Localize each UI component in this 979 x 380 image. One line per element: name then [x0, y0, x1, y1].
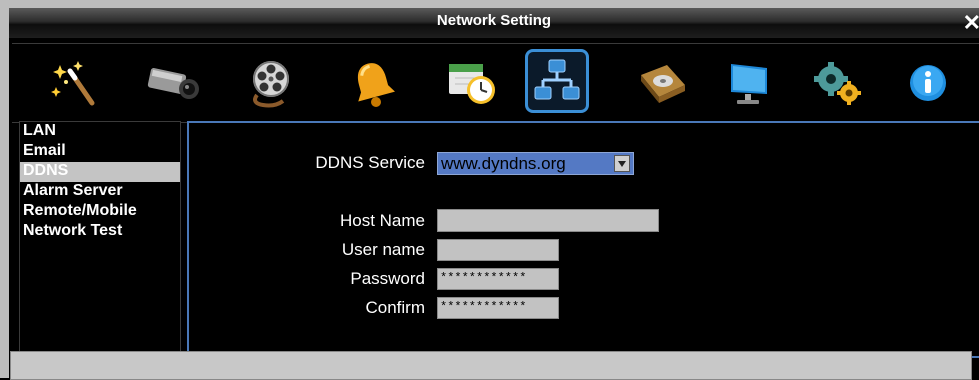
confirm-label: Confirm — [365, 298, 425, 317]
monitor-icon[interactable] — [717, 53, 779, 113]
confirm-field[interactable]: ************ — [437, 297, 559, 319]
menu-item-lan[interactable]: LAN — [20, 122, 180, 142]
ddns-service-value: www.dyndns.org — [441, 154, 566, 173]
info-icon[interactable] — [897, 53, 959, 113]
ddns-panel: DDNS Service www.dyndns.org Host Name Us… — [187, 121, 979, 358]
network-icon[interactable] — [525, 49, 589, 113]
menu-item-remote-mobile[interactable]: Remote/Mobile — [20, 202, 180, 222]
hard-disk-icon[interactable] — [631, 53, 693, 113]
menu-item-email[interactable]: Email — [20, 142, 180, 162]
chevron-down-icon[interactable] — [614, 155, 630, 172]
user-name-label: User name — [341, 240, 425, 259]
menu-item-network-test[interactable]: Network Test — [20, 222, 180, 242]
system-gears-icon[interactable] — [807, 53, 869, 113]
camera-icon[interactable] — [142, 53, 204, 113]
host-name-field[interactable] — [437, 209, 659, 232]
menu-item-alarm-server[interactable]: Alarm Server — [20, 182, 180, 202]
password-field[interactable]: ************ — [437, 268, 559, 290]
window-title: Network Setting — [436, 12, 552, 29]
close-icon[interactable]: ✕ — [963, 10, 979, 36]
menu-item-ddns[interactable]: DDNS — [20, 162, 180, 182]
ddns-service-label: DDNS Service — [315, 153, 425, 172]
title-bar: Network Setting ✕ — [9, 8, 979, 38]
alarm-bell-icon[interactable] — [342, 53, 404, 113]
password-label: Password — [350, 269, 425, 288]
schedule-clock-icon[interactable] — [441, 53, 503, 113]
status-bar — [10, 351, 972, 380]
magic-wand-icon[interactable] — [43, 53, 105, 113]
host-name-label: Host Name — [339, 211, 425, 230]
network-setting-window: Network Setting ✕ LAN Email DDNS Alarm S… — [9, 8, 979, 378]
network-menu: LAN Email DDNS Alarm Server Remote/Mobil… — [19, 121, 181, 355]
user-name-field[interactable] — [437, 239, 559, 261]
film-reel-icon[interactable] — [241, 53, 303, 113]
ddns-service-select[interactable]: www.dyndns.org — [437, 152, 634, 175]
icon-toolbar — [12, 43, 979, 123]
